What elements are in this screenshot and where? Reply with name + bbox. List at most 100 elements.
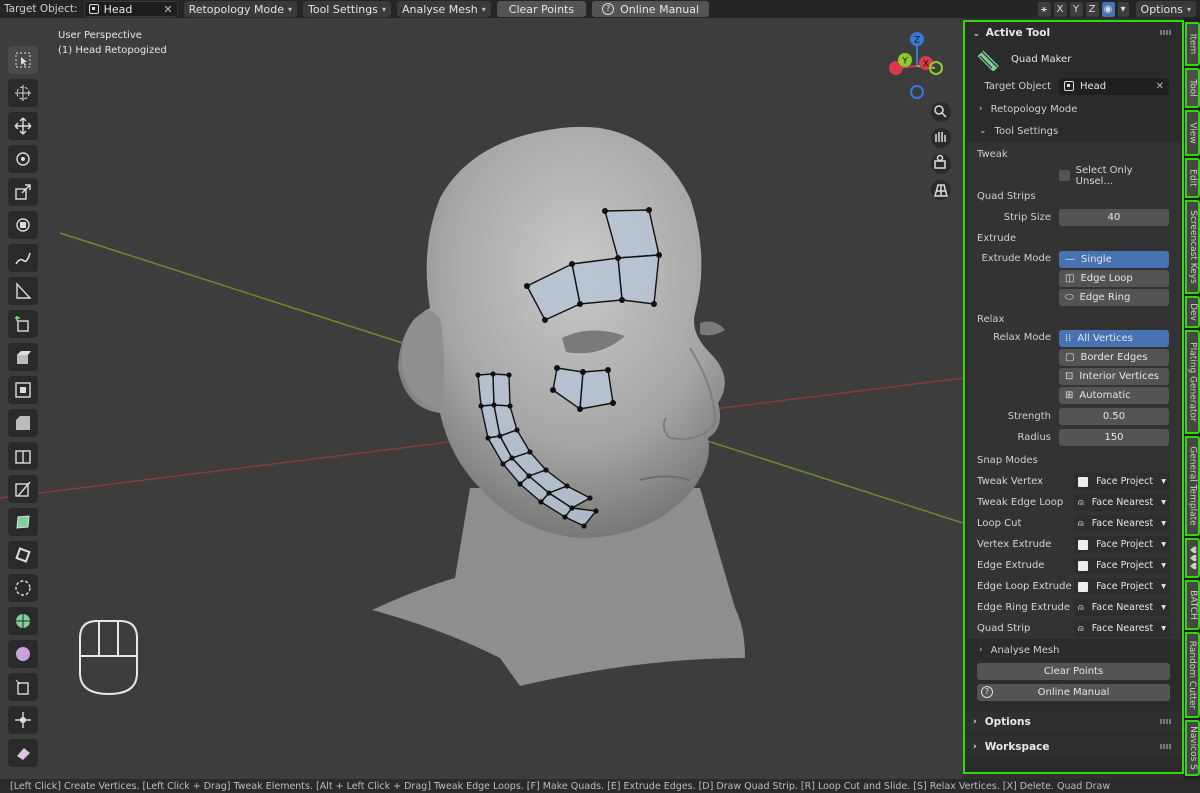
tab-tool[interactable]: Tool <box>1185 68 1200 108</box>
axis-z-toggle[interactable]: Z <box>1085 1 1099 17</box>
clear-points-button[interactable]: Clear Points <box>977 663 1170 680</box>
snap-dropdown[interactable]: ▾ <box>1117 1 1129 17</box>
add-cube-icon[interactable] <box>8 310 38 338</box>
tab-hearts[interactable]: ♥♥♥ <box>1185 538 1200 578</box>
clear-icon[interactable]: ✕ <box>1156 81 1164 92</box>
tab-dev[interactable]: Dev <box>1185 296 1200 328</box>
bevel-icon[interactable] <box>8 409 38 437</box>
active-object-label: (1) Head Retopogized <box>58 45 167 56</box>
extrude-single-option[interactable]: — Single <box>1059 251 1169 268</box>
3d-viewport[interactable]: Z Y X User Perspective (1) Head Retopogi… <box>0 18 963 779</box>
inset-icon[interactable] <box>8 376 38 404</box>
strength-field[interactable]: 0.50 <box>1059 408 1169 425</box>
clear-icon[interactable]: ✕ <box>163 3 172 16</box>
snap-value: Face Project <box>1096 581 1154 592</box>
relax-automatic-option[interactable]: ⊞ Automatic <box>1059 387 1169 404</box>
tab-view[interactable]: View <box>1185 110 1200 156</box>
chevron-right-icon: › <box>973 742 977 752</box>
extrude-edge-loop-option[interactable]: ◫ Edge Loop <box>1059 270 1169 287</box>
snap-select[interactable]: ⍝ Face Nearest ▾ <box>1074 494 1170 511</box>
drag-grip-icon[interactable] <box>1160 719 1172 724</box>
tool-settings-dropdown[interactable]: Tool Settings ▾ <box>303 1 391 17</box>
smooth-icon[interactable] <box>8 574 38 602</box>
tab-screencast-keys[interactable]: Screencast Keys <box>1185 200 1200 294</box>
loop-cut-icon[interactable] <box>8 442 38 470</box>
snap-select[interactable]: ⍝ Face Nearest ▾ <box>1074 620 1170 637</box>
target-object-field[interactable]: Head ✕ <box>1059 77 1169 95</box>
analyse-mesh-label: Analyse Mesh <box>402 2 478 16</box>
annotate-icon[interactable] <box>8 244 38 272</box>
cursor-icon[interactable] <box>8 79 38 107</box>
snap-toggle-icon[interactable]: ◉ <box>1101 1 1115 17</box>
quad-maker-tool-icon[interactable] <box>8 706 38 734</box>
svg-text:Y: Y <box>901 57 908 67</box>
rotate-icon[interactable] <box>8 145 38 173</box>
extrude-mode-label: Extrude Mode <box>981 253 1051 264</box>
target-object-value: Head <box>1080 80 1107 92</box>
extrude-edge-ring-option[interactable]: ⬭ Edge Ring <box>1059 289 1169 306</box>
view-nav-icons[interactable] <box>931 102 951 200</box>
drag-grip-icon[interactable] <box>1160 30 1172 35</box>
options-panel-header[interactable]: › Options <box>965 711 1182 733</box>
poly-build-icon[interactable] <box>8 508 38 536</box>
online-manual-button[interactable]: ? Online Manual <box>592 1 710 17</box>
clear-points-button[interactable]: Clear Points <box>496 1 587 17</box>
shrink-icon[interactable] <box>8 607 38 635</box>
grid-dots-icon: ⁞⁞ <box>1065 333 1072 344</box>
tab-batch[interactable]: BATCH <box>1185 580 1200 630</box>
strip-size-field[interactable]: 40 <box>1059 209 1169 226</box>
extrude-icon[interactable] <box>8 343 38 371</box>
checkbox[interactable] <box>1059 170 1070 181</box>
retopology-mode-dropdown[interactable]: Retopology Mode ▾ <box>183 1 297 17</box>
rip-icon[interactable] <box>8 673 38 701</box>
online-manual-button[interactable]: ? Online Manual <box>977 684 1170 701</box>
drag-grip-icon[interactable] <box>1160 744 1172 749</box>
scale-icon[interactable] <box>8 178 38 206</box>
active-tool-row[interactable]: Quad Maker <box>965 44 1182 74</box>
tab-navicos[interactable]: Navicos S <box>1185 720 1200 776</box>
snap-select[interactable]: Face Project ▾ <box>1074 473 1170 490</box>
relax-interior-vertices-option[interactable]: ⊡ Interior Vertices <box>1059 368 1169 385</box>
knife-icon[interactable] <box>8 475 38 503</box>
tab-label: Navicos S <box>1187 726 1198 770</box>
select-box-icon[interactable] <box>8 46 38 74</box>
tool-settings-section[interactable]: ⌄ Tool Settings <box>965 120 1182 142</box>
symmetry-icon[interactable]: ⚹ <box>1037 1 1051 17</box>
snap-modes-heading-row: Snap Modes <box>967 450 1180 471</box>
move-icon[interactable] <box>8 112 38 140</box>
tab-random-cutter[interactable]: Random Cutter <box>1185 632 1200 718</box>
relax-all-vertices-option[interactable]: ⁞⁞ All Vertices <box>1059 330 1169 347</box>
select-only-row[interactable]: Select Only Unsel... <box>967 165 1180 187</box>
snap-select[interactable]: Face Project ▾ <box>1074 557 1170 574</box>
analyse-mesh-dropdown[interactable]: Analyse Mesh ▾ <box>397 1 491 17</box>
options-dropdown[interactable]: Options ▾ <box>1135 1 1196 17</box>
snap-label: Tweak Vertex <box>977 476 1044 487</box>
shear-icon[interactable] <box>8 640 38 668</box>
spin-icon[interactable] <box>8 541 38 569</box>
radius-field[interactable]: 150 <box>1059 429 1169 446</box>
active-tool-header[interactable]: ⌄ Active Tool <box>965 22 1182 44</box>
transform-icon[interactable] <box>8 211 38 239</box>
eraser-icon[interactable] <box>8 739 38 767</box>
retopology-mode-section[interactable]: › Retopology Mode <box>965 98 1182 120</box>
tab-item[interactable]: Item <box>1185 22 1200 66</box>
tab-label: Screencast Keys <box>1187 210 1198 284</box>
measure-icon[interactable] <box>8 277 38 305</box>
axis-y-toggle[interactable]: Y <box>1069 1 1083 17</box>
analyse-mesh-section[interactable]: › Analyse Mesh <box>965 639 1182 661</box>
snap-select[interactable]: Face Project ▾ <box>1074 536 1170 553</box>
axis-x-toggle[interactable]: X <box>1053 1 1067 17</box>
target-object-field[interactable]: Head ✕ <box>83 1 178 17</box>
viewport-scene[interactable]: Z Y X <box>0 18 963 779</box>
tab-plating-generator[interactable]: Plating Generator <box>1185 330 1200 434</box>
tab-edit[interactable]: Edit <box>1185 158 1200 198</box>
tab-general-template[interactable]: General Template <box>1185 436 1200 536</box>
snap-select[interactable]: Face Project ▾ <box>1074 578 1170 595</box>
snap-select[interactable]: ⍝ Face Nearest ▾ <box>1074 599 1170 616</box>
workspace-panel-header[interactable]: › Workspace <box>965 736 1182 758</box>
relax-border-edges-option[interactable]: ▢ Border Edges <box>1059 349 1169 366</box>
navigation-gizmo[interactable]: Z Y X <box>889 32 943 99</box>
target-object-label: Target Object <box>984 80 1051 92</box>
quad-maker-icon <box>977 49 999 71</box>
snap-select[interactable]: ⍝ Face Nearest ▾ <box>1074 515 1170 532</box>
